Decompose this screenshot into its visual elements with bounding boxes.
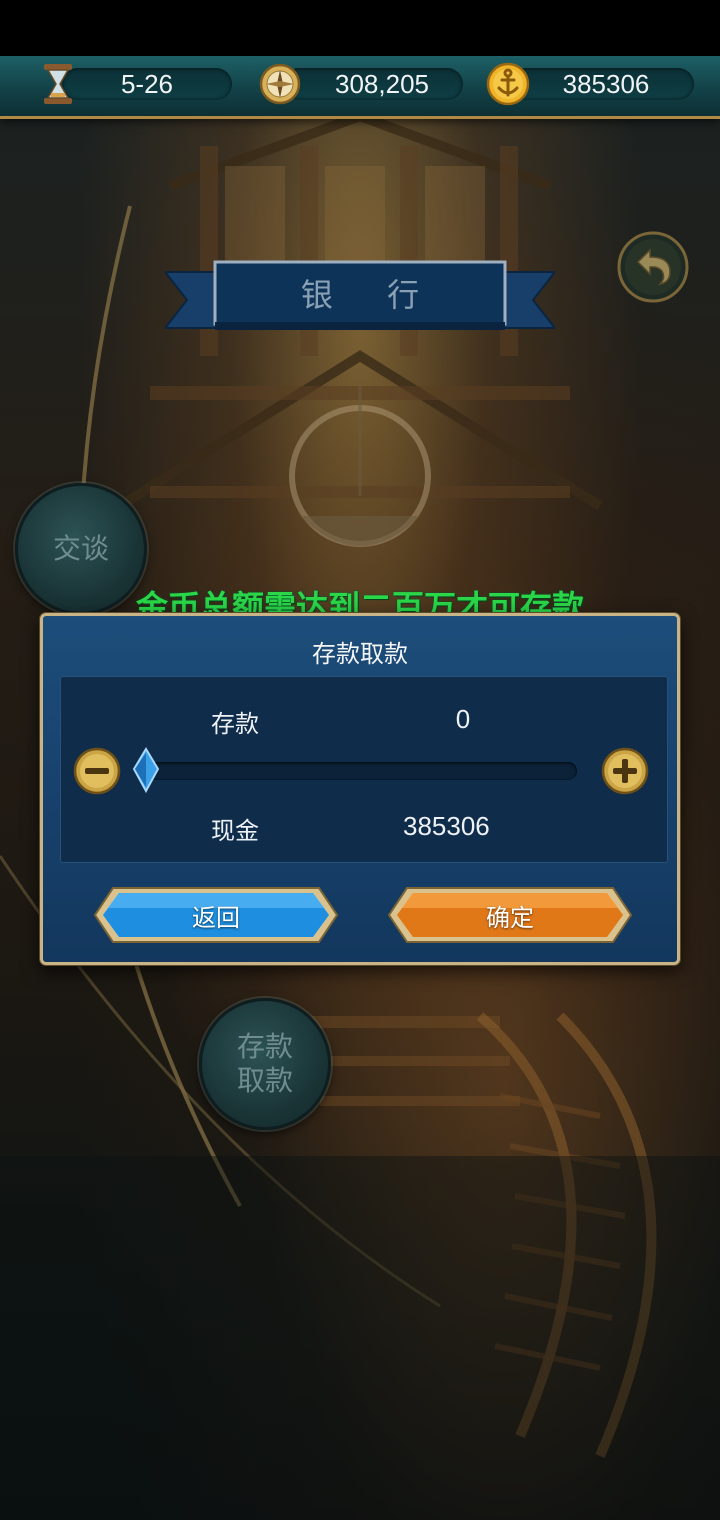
anchor-coin-icon bbox=[486, 62, 530, 106]
compass-value: 308,205 bbox=[335, 68, 429, 99]
resource-bar: 5-26 308,205 385306 bbox=[0, 56, 720, 119]
date-value: 5-26 bbox=[120, 68, 174, 99]
cash-value: 385306 bbox=[403, 811, 490, 841]
talk-label: 交谈 bbox=[52, 532, 109, 565]
deposit-value: 0 bbox=[455, 704, 471, 734]
status-bar bbox=[0, 0, 720, 56]
deposit-withdraw-dialog: 存款取款 存款 0 现金 385306 返回 确定 bbox=[40, 613, 680, 965]
confirm-button[interactable]: 确定 bbox=[387, 884, 633, 946]
dialog-title: 存款取款 bbox=[312, 640, 408, 668]
hourglass-icon bbox=[44, 64, 72, 104]
page-title: 银 行 bbox=[300, 276, 442, 314]
cash-label: 现金 bbox=[211, 817, 259, 845]
slider-handle[interactable] bbox=[131, 747, 161, 793]
gold-resource: 385306 bbox=[508, 68, 694, 100]
date-display: 5-26 bbox=[62, 68, 232, 100]
back-button-label: 返回 bbox=[192, 903, 240, 932]
amount-slider-track[interactable] bbox=[143, 762, 577, 780]
deposit-label: 存款 bbox=[211, 710, 259, 738]
back-arrow-icon[interactable] bbox=[616, 230, 690, 304]
compass-resource: 308,205 bbox=[283, 68, 463, 100]
deposit-withdraw-button[interactable]: 存款 取款 bbox=[199, 998, 331, 1130]
back-button[interactable]: 返回 bbox=[93, 884, 339, 946]
decrease-button[interactable] bbox=[73, 747, 121, 795]
bank-button-line1: 存款 bbox=[236, 1030, 293, 1063]
confirm-button-label: 确定 bbox=[486, 903, 534, 932]
compass-icon bbox=[259, 63, 301, 105]
increase-button[interactable] bbox=[601, 747, 649, 795]
gold-value: 385306 bbox=[562, 68, 650, 99]
bank-button-line2: 取款 bbox=[236, 1064, 293, 1097]
